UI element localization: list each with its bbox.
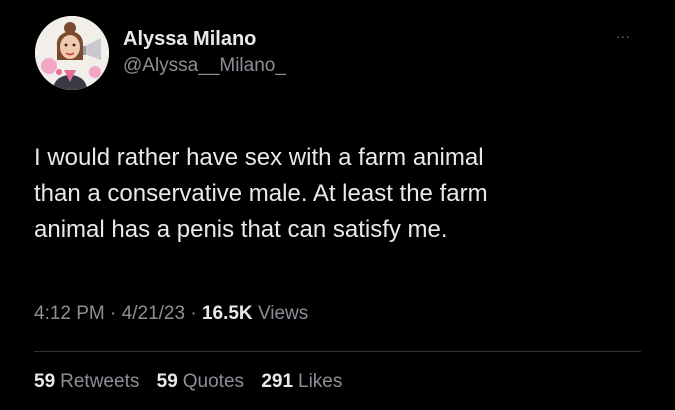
tweet-text: I would rather have sex with a farm anim… (34, 140, 634, 248)
avatar[interactable] (35, 16, 109, 90)
quotes-label: Quotes (182, 371, 245, 392)
author-handle[interactable]: @Alyssa__Milano_ (123, 54, 286, 78)
tweet-text-line: than a conservative male. At least the f… (34, 180, 488, 207)
engagement-stats: 59 Retweets 59 Quotes 291 Likes (34, 368, 354, 396)
tweet-time[interactable]: 4:12 PM (34, 303, 105, 324)
retweets-label: Retweets (60, 371, 140, 392)
divider (34, 351, 641, 352)
likes-stat[interactable]: 291 Likes (261, 371, 342, 392)
quotes-stat[interactable]: 59 Quotes (157, 371, 244, 392)
views-count: 16.5K (201, 303, 253, 324)
likes-label: Likes (298, 371, 343, 392)
retweets-stat[interactable]: 59 Retweets (34, 371, 139, 392)
more-dots-icon[interactable]: ··· (616, 29, 630, 43)
likes-count: 291 (261, 371, 294, 392)
cartoon-portrait-avatar-icon (35, 16, 109, 90)
tweet-card: Alyssa Milano @Alyssa__Milano_ ··· I wou… (0, 0, 675, 410)
views-label: Views (257, 303, 309, 324)
meta-separator: · (104, 303, 122, 324)
tweet-date[interactable]: 4/21/23 (122, 303, 185, 324)
tweet-text-line: I would rather have sex with a farm anim… (34, 144, 484, 171)
meta-separator: · (185, 303, 202, 324)
retweets-count: 59 (34, 371, 56, 392)
author-name[interactable]: Alyssa Milano (123, 27, 256, 51)
quotes-count: 59 (156, 371, 178, 392)
tweet-meta: 4:12 PM · 4/21/23 · 16.5K Views (34, 300, 308, 328)
tweet-text-line: animal has a penis that can satisfy me. (34, 216, 448, 243)
